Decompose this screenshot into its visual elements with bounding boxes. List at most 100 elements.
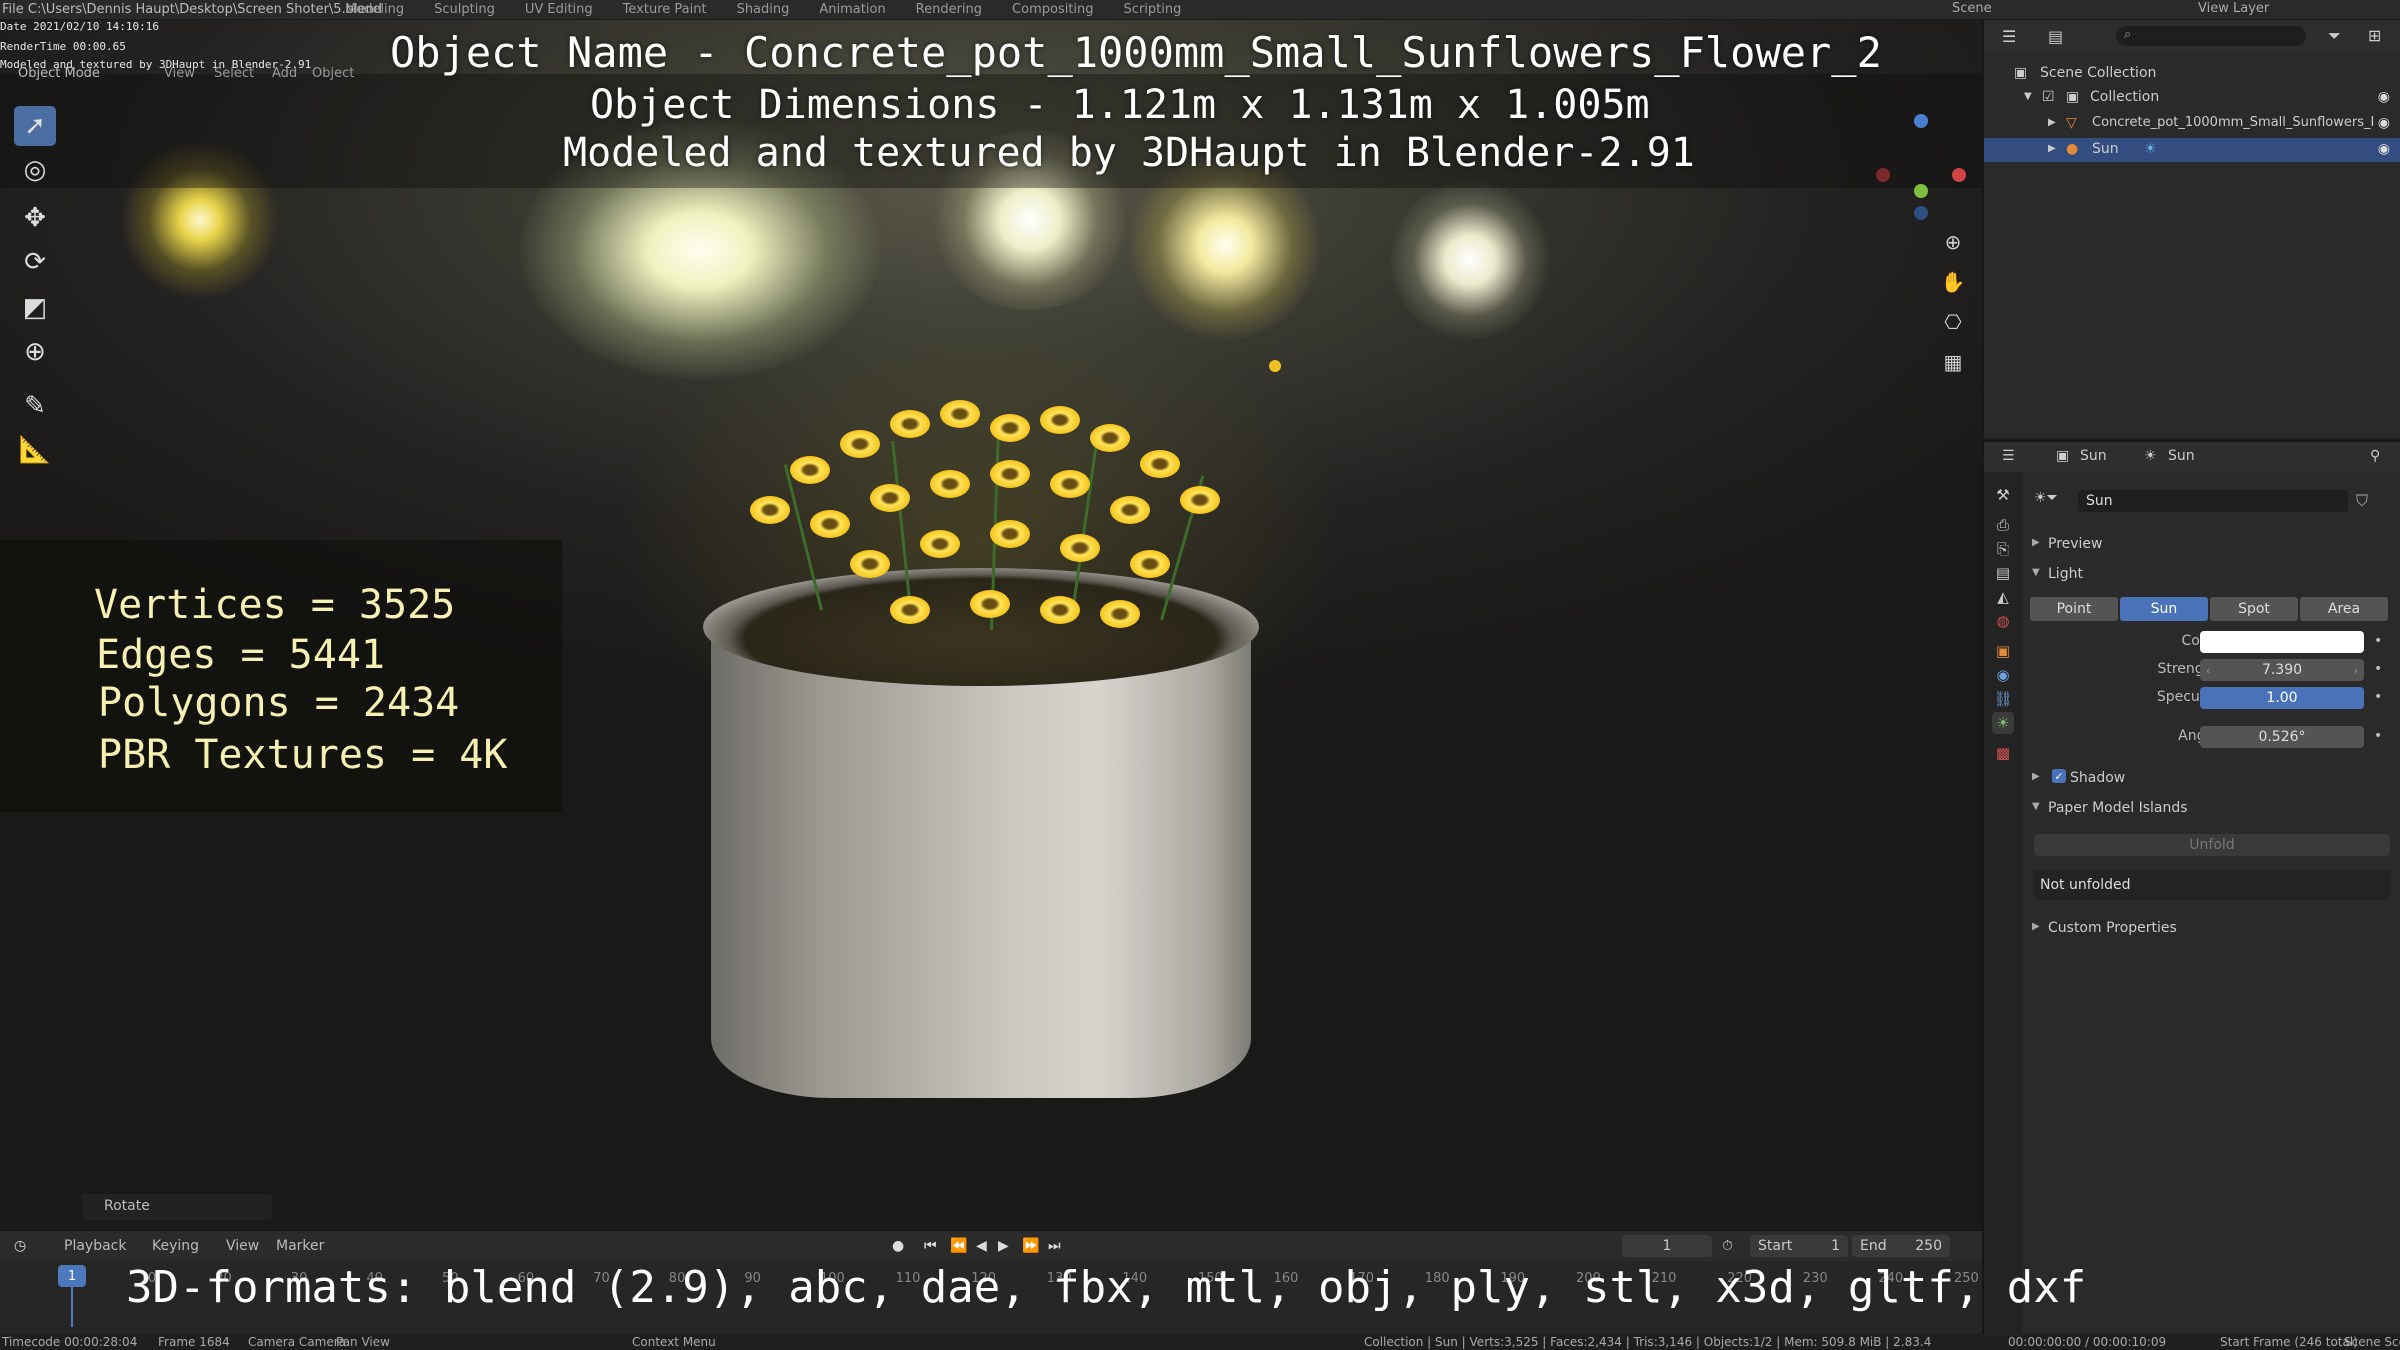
menu-marker[interactable]: Marker bbox=[276, 1238, 324, 1254]
tab-uv-editing[interactable]: UV Editing bbox=[525, 2, 593, 17]
editor-type-icon[interactable]: ☰ bbox=[2002, 448, 2015, 464]
keyframe-dot-icon[interactable]: • bbox=[2374, 689, 2382, 705]
playhead[interactable]: 1 bbox=[58, 1265, 86, 1287]
scene-tab-icon[interactable]: ◭ bbox=[1992, 586, 2014, 608]
jump-start-icon[interactable]: ⏮ bbox=[924, 1238, 937, 1254]
decrement-icon[interactable]: ‹ bbox=[2206, 664, 2210, 677]
pan-hand-icon[interactable]: ✋ bbox=[1937, 266, 1969, 298]
view-layer-selector[interactable]: View Layer bbox=[2198, 1, 2269, 16]
section-custom-properties[interactable]: ▶ Custom Properties bbox=[2026, 918, 2396, 940]
eye-icon[interactable]: ◉ bbox=[2378, 89, 2390, 105]
tab-shading[interactable]: Shading bbox=[737, 2, 790, 17]
start-frame-field[interactable]: Start 1 bbox=[1750, 1235, 1848, 1257]
tab-scripting[interactable]: Scripting bbox=[1124, 2, 1182, 17]
keyframe-dot-icon[interactable]: • bbox=[2374, 661, 2382, 677]
expand-icon[interactable]: ▶ bbox=[2048, 117, 2056, 128]
zoom-icon[interactable]: ⊕ bbox=[1937, 226, 1969, 258]
color-swatch[interactable] bbox=[2200, 631, 2364, 653]
light-type-area[interactable]: Area bbox=[2300, 597, 2388, 621]
menu-timeline-view[interactable]: View bbox=[226, 1238, 259, 1254]
view-layer-tab-icon[interactable]: ▤ bbox=[1992, 562, 2014, 584]
physics-tab-icon[interactable]: ◉ bbox=[1992, 664, 2014, 686]
jump-end-icon[interactable]: ⏭ bbox=[1048, 1238, 1061, 1254]
next-key-icon[interactable]: ⏩ bbox=[1022, 1238, 1039, 1254]
light-type-spot[interactable]: Spot bbox=[2210, 597, 2298, 621]
menu-add[interactable]: Add bbox=[272, 66, 297, 81]
unfold-button[interactable]: Unfold bbox=[2034, 834, 2390, 856]
annotate-icon[interactable]: ✎ bbox=[14, 386, 56, 426]
world-tab-icon[interactable]: ◍ bbox=[1992, 610, 2014, 632]
stopwatch-icon[interactable]: ⏱ bbox=[1722, 1238, 1733, 1254]
clock-icon[interactable]: ◷ bbox=[14, 1238, 26, 1254]
light-name-field[interactable]: Sun bbox=[2078, 490, 2348, 512]
shadow-checkbox[interactable]: ✓ bbox=[2052, 769, 2066, 783]
outliner-display-icon[interactable]: ☰ bbox=[2002, 27, 2016, 46]
x-axis-icon[interactable] bbox=[1952, 168, 1966, 182]
section-light[interactable]: ▼ Light bbox=[2026, 564, 2396, 586]
cursor-icon[interactable]: ◎ bbox=[14, 150, 56, 190]
play-icon[interactable]: ▶ bbox=[998, 1238, 1009, 1254]
tab-sculpting[interactable]: Sculpting bbox=[434, 2, 495, 17]
section-preview[interactable]: ▶ Preview bbox=[2026, 534, 2396, 556]
tab-compositing[interactable]: Compositing bbox=[1012, 2, 1094, 17]
rotate-icon[interactable]: ⟳ bbox=[14, 242, 56, 282]
tool-tab-icon[interactable]: ⚒ bbox=[1992, 484, 2014, 506]
keyframe-dot-icon[interactable]: • bbox=[2374, 728, 2382, 744]
outliner-item-sun[interactable]: ▶ ● Sun ☀ ◉ bbox=[1984, 138, 2400, 162]
z-axis-icon[interactable] bbox=[1914, 114, 1928, 128]
view-mode-icon[interactable]: ▤ bbox=[2048, 27, 2063, 46]
eye-icon[interactable]: ◉ bbox=[2378, 141, 2390, 157]
y-axis-icon[interactable] bbox=[1914, 184, 1928, 198]
tab-rendering[interactable]: Rendering bbox=[916, 2, 982, 17]
fake-user-icon[interactable]: ⛉ bbox=[2356, 491, 2368, 511]
outliner[interactable]: ☰ ▤ ⌕ ⏷ ⊞ ▣ Scene Collection ▼ ☑ ▣ Colle… bbox=[1982, 20, 2400, 438]
ortho-grid-icon[interactable]: ▦ bbox=[1937, 346, 1969, 378]
sun-light-gizmo[interactable] bbox=[1269, 360, 1281, 372]
new-collection-icon[interactable]: ⊞ bbox=[2368, 26, 2381, 45]
light-type-point[interactable]: Point bbox=[2030, 597, 2118, 621]
keyframe-dot-icon[interactable]: • bbox=[2374, 633, 2382, 649]
scene-selector[interactable]: Scene bbox=[1952, 1, 1992, 16]
record-icon[interactable]: ● bbox=[892, 1238, 904, 1254]
texture-tab-icon[interactable]: ▩ bbox=[1992, 742, 2014, 764]
menu-view[interactable]: View bbox=[164, 66, 195, 81]
transform-icon[interactable]: ⊕ bbox=[14, 332, 56, 372]
outliner-search-input[interactable]: ⌕ bbox=[2116, 26, 2306, 46]
move-icon[interactable]: ✥ bbox=[14, 198, 56, 238]
tab-modeling[interactable]: Modeling bbox=[345, 2, 404, 17]
measure-icon[interactable]: 📐 bbox=[14, 430, 56, 470]
object-mode-dropdown[interactable]: Object Mode bbox=[18, 66, 100, 81]
camera-icon[interactable]: ⎔ bbox=[1937, 306, 1969, 338]
menu-keying[interactable]: Keying bbox=[152, 1238, 199, 1254]
render-tab-icon[interactable]: ⎙ bbox=[1992, 514, 2014, 536]
current-frame-field[interactable]: 1 bbox=[1622, 1235, 1712, 1257]
constraints-tab-icon[interactable]: ⛓ bbox=[1992, 688, 2014, 710]
expand-icon[interactable]: ▼ bbox=[2024, 91, 2032, 102]
light-type-sun[interactable]: Sun bbox=[2120, 597, 2208, 621]
tab-texture-paint[interactable]: Texture Paint bbox=[623, 2, 707, 17]
scale-icon[interactable]: ◩ bbox=[14, 288, 56, 328]
increment-icon[interactable]: › bbox=[2354, 664, 2358, 677]
prev-key-icon[interactable]: ⏪ bbox=[950, 1238, 967, 1254]
tab-animation[interactable]: Animation bbox=[819, 2, 885, 17]
3d-viewport[interactable]: Date 2021/02/10 14:10:16 RenderTime 00:0… bbox=[0, 20, 1982, 1236]
axis-gizmo[interactable] bbox=[1870, 110, 1970, 220]
outliner-scene-collection[interactable]: ▣ Scene Collection bbox=[1984, 62, 2400, 86]
section-paper-model[interactable]: ▼ Paper Model Islands bbox=[2026, 798, 2396, 820]
menu-object[interactable]: Object bbox=[312, 66, 354, 81]
expand-icon[interactable]: ▶ bbox=[2048, 143, 2056, 154]
section-shadow[interactable]: ▶ Shadow bbox=[2026, 768, 2396, 790]
menu-playback[interactable]: Playback bbox=[64, 1238, 126, 1254]
output-tab-icon[interactable]: ⎘ bbox=[1992, 538, 2014, 560]
light-type-selector-icon[interactable]: ☀⏷ bbox=[2034, 490, 2058, 506]
angle-field[interactable]: 0.526° bbox=[2200, 726, 2364, 748]
object-tab-icon[interactable]: ▣ bbox=[1992, 640, 2014, 662]
sunflowers[interactable] bbox=[690, 400, 1290, 700]
strength-field[interactable]: ‹ 7.390 › bbox=[2200, 659, 2364, 681]
menu-select[interactable]: Select bbox=[214, 66, 254, 81]
specular-slider[interactable]: 1.00 bbox=[2200, 687, 2364, 709]
pin-icon[interactable]: ⚲ bbox=[2370, 448, 2380, 464]
outliner-collection[interactable]: ▼ ☑ ▣ Collection ◉ bbox=[1984, 86, 2400, 110]
select-box-icon[interactable]: ➚ bbox=[14, 106, 56, 146]
outliner-item-pot[interactable]: ▶ ▽ Concrete_pot_1000mm_Small_Sunflowers… bbox=[1984, 112, 2400, 136]
